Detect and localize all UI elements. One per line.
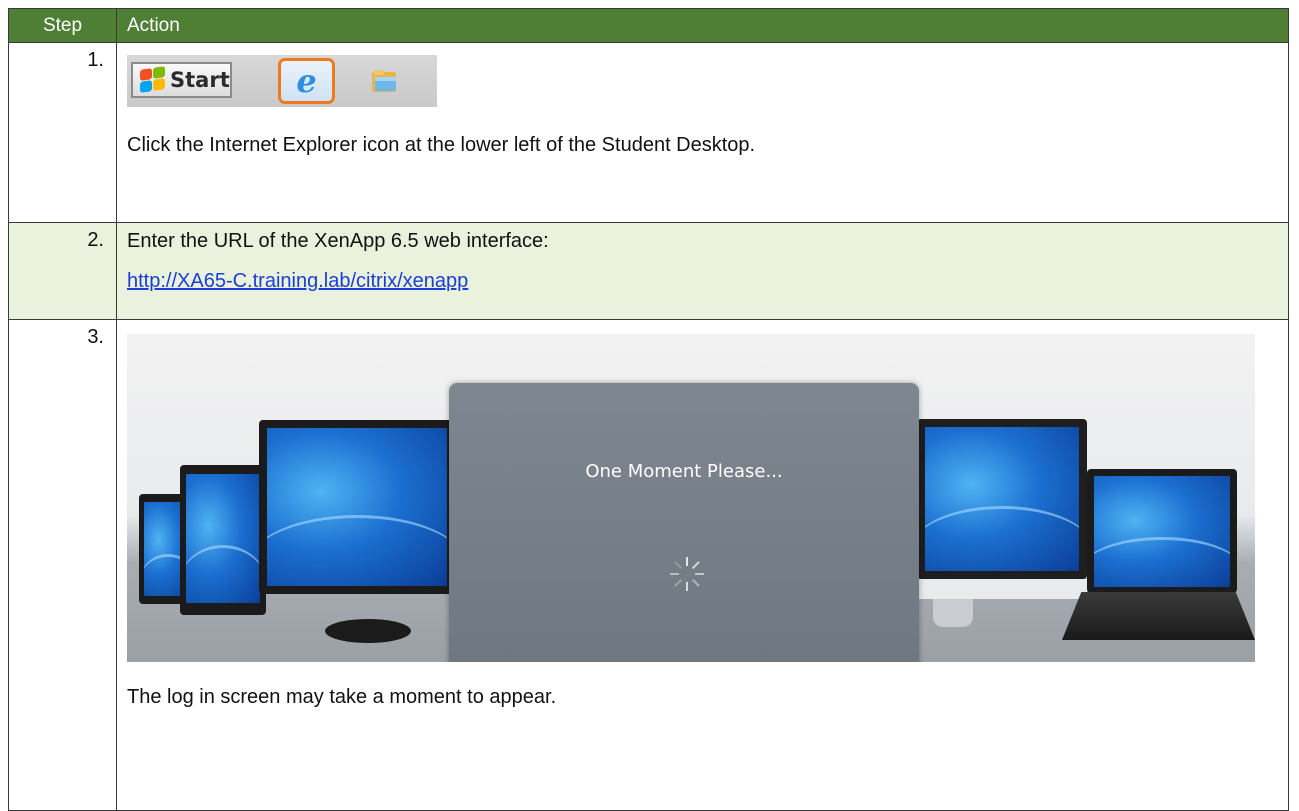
internet-explorer-button[interactable]: e xyxy=(278,58,335,104)
loading-dialog: One Moment Please... xyxy=(449,383,919,662)
start-label: Start xyxy=(170,68,230,92)
step-instruction: Enter the URL of the XenApp 6.5 web inte… xyxy=(127,230,549,252)
loading-message: One Moment Please... xyxy=(585,461,783,482)
folder-icon[interactable] xyxy=(370,68,400,94)
tablet-device-image xyxy=(180,465,266,615)
step-number: 2. xyxy=(8,222,117,320)
imac-stand-image xyxy=(933,599,973,627)
instruction-table: Step Action 1. Start e Click the Interne… xyxy=(8,8,1289,811)
step-instruction: Click the Internet Explorer icon at the … xyxy=(127,134,756,156)
step-instruction: The log in screen may take a moment to a… xyxy=(127,686,557,708)
step-action-cell: Start e Click the Internet Explorer icon… xyxy=(116,42,1289,223)
loading-spinner-icon xyxy=(669,556,705,592)
laptop-device-image xyxy=(1087,469,1237,593)
xenapp-url-link[interactable]: http://XA65-C.training.lab/citrix/xenapp xyxy=(127,270,468,292)
web-interface-screenshot: One Moment Please... xyxy=(127,334,1255,662)
step-number: 1. xyxy=(8,42,117,223)
monitor-device-image xyxy=(917,419,1087,579)
step-number: 3. xyxy=(8,319,117,811)
windows-logo-icon xyxy=(138,66,168,93)
table-row: 2. Enter the URL of the XenApp 6.5 web i… xyxy=(8,222,1289,320)
imac-base-image xyxy=(917,579,1087,599)
table-row: 3. One Moment Please... The log in scree… xyxy=(8,319,1289,811)
table-row: 1. Start e Click the Internet Explorer i… xyxy=(8,42,1289,223)
laptop-keyboard-image xyxy=(1062,592,1255,640)
taskbar-image: Start e xyxy=(127,55,437,107)
start-button[interactable]: Start xyxy=(131,62,232,98)
action-column-header: Action xyxy=(116,8,1289,43)
step-action-cell: One Moment Please... The log in screen m… xyxy=(116,319,1289,811)
monitor-device-image xyxy=(259,420,455,594)
step-action-cell: Enter the URL of the XenApp 6.5 web inte… xyxy=(116,222,1289,320)
step-column-header: Step xyxy=(8,8,117,43)
monitor-stand-image xyxy=(325,619,411,643)
table-header-row: Step Action xyxy=(8,8,1289,43)
internet-explorer-icon: e xyxy=(296,62,317,100)
